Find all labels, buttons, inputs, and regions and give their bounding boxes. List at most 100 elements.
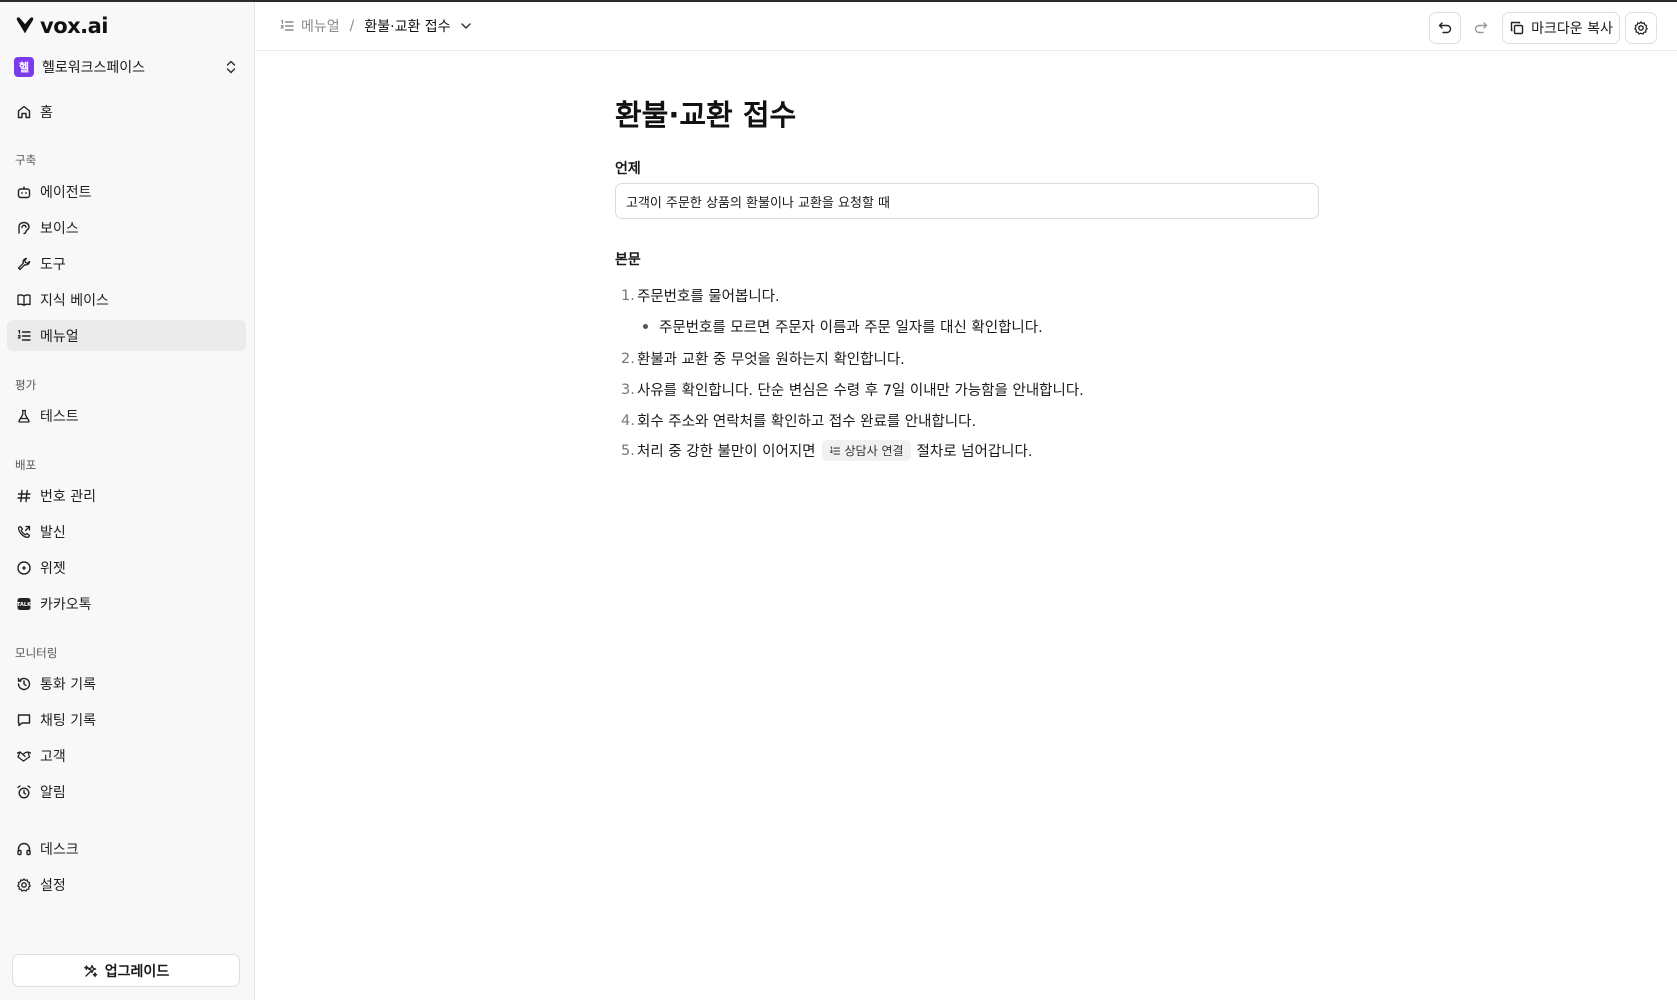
svg-text:TALK: TALK [17, 602, 32, 608]
chevron-down-icon[interactable] [459, 19, 473, 33]
list-item-text: 처리 중 강한 불만이 이어지면 [637, 444, 816, 460]
sidebar-item-voice[interactable]: 보이스 [7, 212, 246, 243]
brand-name: vox.ai [40, 14, 109, 38]
workspace-name: 헬로워크스페이스 [42, 60, 146, 76]
breadcrumb-parent-link[interactable]: 메뉴얼 [301, 16, 340, 36]
kakaotalk-icon: TALK [17, 597, 32, 610]
bullet-dot [643, 324, 648, 329]
headphones-icon [17, 842, 31, 855]
sidebar-item-outbound[interactable]: 발신 [7, 516, 246, 547]
workspace-switcher[interactable]: 헬 헬로워크스페이스 [14, 54, 238, 80]
list-item: 5. 처리 중 강한 불만이 이어지면 상담사 연결 절차로 넘어갑니다. [621, 440, 1032, 461]
topbar: 메뉴얼 / 환불·교환 접수 마크다운 복사 [255, 2, 1677, 51]
sidebar-item-label: 테스트 [40, 408, 79, 425]
undo-icon [1438, 22, 1452, 34]
list-ordered-icon [280, 19, 294, 31]
flask-icon [18, 409, 30, 423]
section-label-build: 구축 [15, 153, 37, 167]
gear-icon [1634, 21, 1648, 35]
sidebar-item-numbers[interactable]: 번호 관리 [7, 480, 246, 511]
phone-outgoing-icon [17, 525, 31, 538]
sidebar-item-label: 고객 [40, 748, 66, 765]
copy-markdown-label: 마크다운 복사 [1531, 21, 1613, 37]
home-icon [17, 105, 31, 118]
sidebar-item-kakaotalk[interactable]: TALK 카카오톡 [7, 588, 246, 619]
manual-link-chip-label: 상담사 연결 [844, 444, 904, 458]
workspace-avatar: 헬 [14, 57, 34, 77]
sidebar-item-tools[interactable]: 도구 [7, 248, 246, 279]
book-open-icon [17, 293, 31, 306]
section-label-evaluate: 평가 [15, 378, 37, 392]
alarm-clock-icon [17, 784, 31, 799]
list-item-number: 2. [621, 350, 635, 367]
sidebar-item-label: 위젯 [40, 560, 66, 577]
sidebar-item-label: 통화 기록 [40, 676, 96, 693]
section-label-deploy: 배포 [15, 458, 37, 472]
breadcrumb-current[interactable]: 환불·교환 접수 [364, 16, 450, 36]
sidebar-item-label: 홈 [40, 104, 53, 121]
main-content: 메뉴얼 / 환불·교환 접수 마크다운 복사 환불·교환 접수 언제 고객이 주… [255, 2, 1677, 1000]
sidebar-item-label: 에이전트 [40, 184, 92, 201]
sidebar-item-label: 번호 관리 [40, 488, 96, 505]
sidebar-item-test[interactable]: 테스트 [7, 400, 246, 431]
subject-input[interactable] [615, 183, 1319, 219]
list-sub-item: 주문번호를 모르면 주문자 이름과 주문 일자를 대신 확인합니다. [643, 316, 1043, 337]
upgrade-label: 업그레이드 [104, 963, 170, 980]
sidebar-item-label: 도구 [40, 256, 66, 273]
list-item-number: 4. [621, 412, 635, 429]
wrench-icon [17, 257, 31, 270]
list-item-text: 환불과 교환 중 무엇을 원하는지 확인합니다. [637, 352, 905, 368]
sidebar-item-manual[interactable]: 메뉴얼 [7, 320, 246, 351]
sidebar-item-settings[interactable]: 설정 [7, 869, 246, 900]
list-ordered-icon [829, 445, 840, 455]
settings-button[interactable] [1625, 12, 1657, 44]
manual-link-chip[interactable]: 상담사 연결 [821, 440, 911, 461]
sidebar-item-label: 보이스 [40, 220, 79, 237]
list-item-text: 주문번호를 물어봅니다. [637, 289, 780, 305]
hash-icon [17, 489, 31, 502]
sidebar-item-alerts[interactable]: 알림 [7, 776, 246, 807]
voice-icon [18, 221, 30, 234]
sparkle-rocket-icon [83, 964, 98, 977]
list-item-number: 3. [621, 381, 635, 398]
sidebar-item-label: 메뉴얼 [40, 328, 79, 345]
sidebar-item-label: 발신 [40, 524, 66, 541]
list-ordered-icon [17, 329, 31, 341]
brand-logo[interactable]: vox.ai [14, 14, 109, 38]
sidebar-item-chat-logs[interactable]: 채팅 기록 [7, 704, 246, 735]
gear-icon [17, 877, 31, 892]
sidebar-item-home[interactable]: 홈 [7, 96, 246, 127]
list-item-text: 회수 주소와 연락처를 확인하고 접수 완료를 안내합니다. [637, 414, 977, 430]
widget-circle-icon [17, 560, 31, 575]
handshake-icon [16, 750, 32, 762]
sidebar-item-widget[interactable]: 위젯 [7, 552, 246, 583]
body-label: 본문 [615, 252, 641, 268]
page-title[interactable]: 환불·교환 접수 [615, 92, 796, 134]
sidebar-item-desk[interactable]: 데스크 [7, 833, 246, 864]
sidebar-item-label: 채팅 기록 [40, 712, 96, 729]
chevron-up-down-icon [226, 60, 236, 74]
subject-label: 언제 [615, 161, 641, 177]
redo-icon [1474, 22, 1488, 34]
list-item-text: 사유를 확인합니다. 단순 변심은 수령 후 7일 이내만 가능함을 안내합니다… [637, 383, 1084, 399]
list-item-text: 주문번호를 모르면 주문자 이름과 주문 일자를 대신 확인합니다. [659, 320, 1043, 336]
breadcrumb: 메뉴얼 / 환불·교환 접수 [279, 16, 473, 36]
upgrade-button[interactable]: 업그레이드 [12, 954, 240, 987]
list-item: 2. 환불과 교환 중 무엇을 원하는지 확인합니다. [621, 348, 905, 369]
redo-button[interactable] [1465, 12, 1497, 44]
list-item: 3. 사유를 확인합니다. 단순 변심은 수령 후 7일 이내만 가능함을 안내… [621, 379, 1084, 400]
history-icon [17, 677, 31, 690]
sidebar-item-label: 알림 [40, 784, 66, 801]
list-item-number: 1. [621, 287, 635, 304]
sidebar-item-knowledge-base[interactable]: 지식 베이스 [7, 284, 246, 315]
list-item: 4. 회수 주소와 연락처를 확인하고 접수 완료를 안내합니다. [621, 410, 976, 431]
undo-button[interactable] [1429, 12, 1461, 44]
list-item: 1. 주문번호를 물어봅니다. [621, 285, 780, 306]
sidebar-item-label: 카카오톡 [40, 596, 92, 613]
sidebar-item-agent[interactable]: 에이전트 [7, 176, 246, 207]
sidebar-item-customers[interactable]: 고객 [7, 740, 246, 771]
copy-markdown-button[interactable]: 마크다운 복사 [1502, 12, 1620, 44]
copy-icon [1510, 21, 1524, 35]
sidebar: vox.ai 헬 헬로워크스페이스 홈 구축 에이전트 보이스 도구 지식 베이… [0, 2, 255, 1000]
sidebar-item-call-logs[interactable]: 통화 기록 [7, 668, 246, 699]
